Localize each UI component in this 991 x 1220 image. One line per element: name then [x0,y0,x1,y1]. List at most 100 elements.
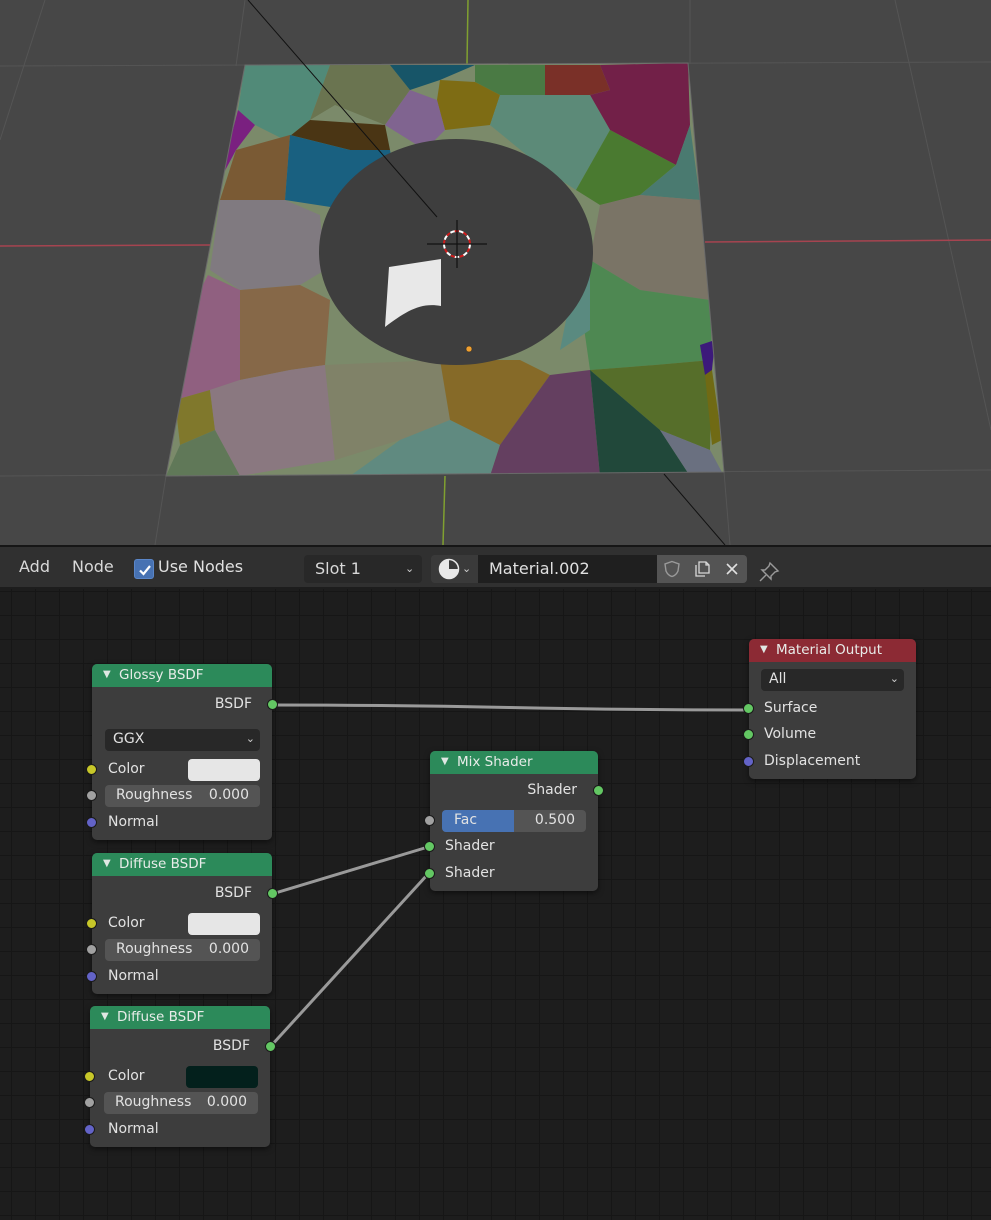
volume-label: Volume [764,726,817,742]
collapse-triangle-icon[interactable]: ▼ [101,1011,109,1022]
viewport-scene [0,0,991,545]
color-swatch[interactable] [186,1066,258,1088]
close-icon [726,563,738,575]
socket-input-displacement[interactable] [743,756,754,767]
node-title: Mix Shader [457,754,533,770]
roughness-row: Roughness 0.000 [84,1092,270,1114]
chevron-down-icon: ⌄ [889,672,899,685]
slot-dropdown[interactable]: Slot 1 ⌄ [304,555,422,583]
shader-input-2-row: Shader [424,863,598,885]
node-title: Diffuse BSDF [119,856,207,872]
collapse-triangle-icon[interactable]: ▼ [441,756,449,767]
fake-user-button[interactable] [657,555,687,583]
distribution-value: GGX [113,731,145,747]
collapse-triangle-icon[interactable]: ▼ [103,858,111,869]
node-header[interactable]: ▼ Glossy BSDF [92,664,272,687]
color-row: Color [86,759,272,781]
link-diffuse2-to-mix[interactable] [268,872,430,1049]
unlink-material-button[interactable] [717,555,747,583]
displacement-row: Displacement [743,751,916,773]
duplicate-material-button[interactable] [687,555,717,583]
target-value: All [769,671,787,687]
fac-value: 0.500 [534,812,575,828]
pin-icon[interactable] [757,560,781,584]
color-swatch[interactable] [188,759,260,781]
shield-icon [664,560,680,578]
node-header[interactable]: ▼ Diffuse BSDF [92,853,272,876]
socket-input-color[interactable] [86,918,97,929]
surface-label: Surface [764,700,818,716]
3d-viewport[interactable] [0,0,991,545]
node-title: Material Output [776,642,883,658]
roughness-field[interactable]: Roughness 0.000 [105,939,260,961]
node-header[interactable]: ▼ Material Output [749,639,916,662]
use-nodes-checkbox[interactable] [134,559,154,579]
collapse-triangle-icon[interactable]: ▼ [760,644,768,655]
socket-input-shader-1[interactable] [424,841,435,852]
node-mix-shader[interactable]: ▼ Mix Shader Shader Fac 0.500 Shader Sha… [424,751,604,891]
menu-add[interactable]: Add [19,557,50,576]
socket-input-surface[interactable] [743,703,754,714]
roughness-value: 0.000 [206,1094,247,1110]
menu-node[interactable]: Node [72,557,114,576]
output-label: BSDF [214,696,252,712]
socket-input-color[interactable] [86,764,97,775]
socket-output-bsdf[interactable] [267,888,278,899]
fac-row: Fac 0.500 [424,810,598,832]
roughness-field[interactable]: Roughness 0.000 [104,1092,258,1114]
socket-input-color[interactable] [84,1071,95,1082]
color-swatch[interactable] [188,913,260,935]
socket-output-bsdf[interactable] [265,1041,276,1052]
duplicate-icon [695,561,710,577]
node-glossy-bsdf[interactable]: ▼ Glossy BSDF BSDF GGX ⌄ Color Roughness… [86,664,278,840]
node-editor-header: Add Node Use Nodes Slot 1 ⌄ ⌄ Material.0… [0,545,991,587]
output-bsdf-row: BSDF [92,694,278,716]
socket-input-roughness[interactable] [86,790,97,801]
use-nodes-label[interactable]: Use Nodes [158,557,243,576]
link-diffuse1-to-mix[interactable] [271,845,429,896]
socket-input-normal[interactable] [86,817,97,828]
socket-input-normal[interactable] [84,1124,95,1135]
chevron-down-icon: ⌄ [245,732,255,745]
normal-label: Normal [108,968,159,984]
shader-input-1-row: Shader [424,836,598,858]
socket-output-bsdf[interactable] [267,699,278,710]
fac-label: Fac [454,812,478,828]
socket-input-shader-2[interactable] [424,868,435,879]
normal-label: Normal [108,1121,159,1137]
fac-slider-fill [442,810,514,832]
fac-slider[interactable]: Fac 0.500 [442,810,586,832]
node-material-output[interactable]: ▼ Material Output All ⌄ Surface Volume D… [743,639,916,779]
slot-label: Slot 1 [315,559,361,578]
dark-disc[interactable] [319,139,593,365]
link-glossy-to-surface[interactable] [271,703,749,712]
socket-output-shader[interactable] [593,785,604,796]
output-bsdf-row: BSDF [90,1036,276,1058]
shader-input-1-label: Shader [445,838,495,854]
socket-input-roughness[interactable] [86,944,97,955]
node-header[interactable]: ▼ Diffuse BSDF [90,1006,270,1029]
node-diffuse-bsdf-dark[interactable]: ▼ Diffuse BSDF BSDF Color Roughness 0.00… [84,1006,276,1147]
roughness-field[interactable]: Roughness 0.000 [105,785,260,807]
socket-input-roughness[interactable] [84,1097,95,1108]
node-editor-canvas[interactable]: ▼ Glossy BSDF BSDF GGX ⌄ Color Roughness… [0,589,991,1220]
socket-input-normal[interactable] [86,971,97,982]
node-diffuse-bsdf[interactable]: ▼ Diffuse BSDF BSDF Color Roughness 0.00… [86,853,278,994]
object-origin-icon[interactable] [465,345,473,353]
normal-label: Normal [108,814,159,830]
volume-row: Volume [743,724,916,746]
socket-input-volume[interactable] [743,729,754,740]
chevron-down-icon: ⌄ [462,562,472,575]
distribution-dropdown[interactable]: GGX ⌄ [105,729,260,751]
target-dropdown[interactable]: All ⌄ [761,669,904,691]
normal-row: Normal [86,812,272,834]
node-header[interactable]: ▼ Mix Shader [430,751,598,774]
socket-input-fac[interactable] [424,815,435,826]
roughness-row: Roughness 0.000 [86,939,272,961]
collapse-triangle-icon[interactable]: ▼ [103,669,111,680]
color-label: Color [108,761,145,777]
output-label: Shader [527,782,577,798]
browse-material-button[interactable]: ⌄ [431,555,478,583]
material-name-field[interactable]: Material.002 [478,555,657,583]
color-label: Color [108,1068,145,1084]
